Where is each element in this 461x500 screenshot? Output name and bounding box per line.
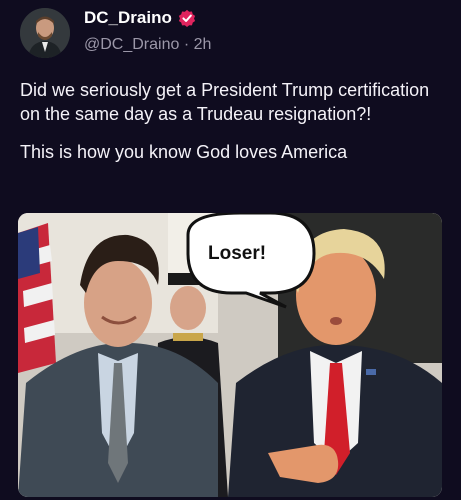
speech-bubble-text: Loser! xyxy=(208,243,266,264)
author-display-name[interactable]: DC_Draino xyxy=(84,8,172,28)
author-meta: @DC_Draino · 2h xyxy=(84,36,211,54)
author-avatar[interactable] xyxy=(20,8,70,58)
post-image[interactable]: Loser! xyxy=(18,213,442,497)
post-body: Did we seriously get a President Trump c… xyxy=(20,78,445,164)
post-timestamp[interactable]: 2h xyxy=(194,36,212,54)
verified-badge-icon xyxy=(178,9,195,27)
post-paragraph: Did we seriously get a President Trump c… xyxy=(20,80,430,124)
author-handle[interactable]: @DC_Draino xyxy=(84,36,179,54)
author-name-row: DC_Draino xyxy=(84,8,196,28)
post-paragraph: This is how you know God loves America xyxy=(20,142,348,162)
meme-illustration: Loser! xyxy=(18,213,442,497)
avatar-image xyxy=(20,8,70,58)
meta-separator: · xyxy=(179,36,194,53)
